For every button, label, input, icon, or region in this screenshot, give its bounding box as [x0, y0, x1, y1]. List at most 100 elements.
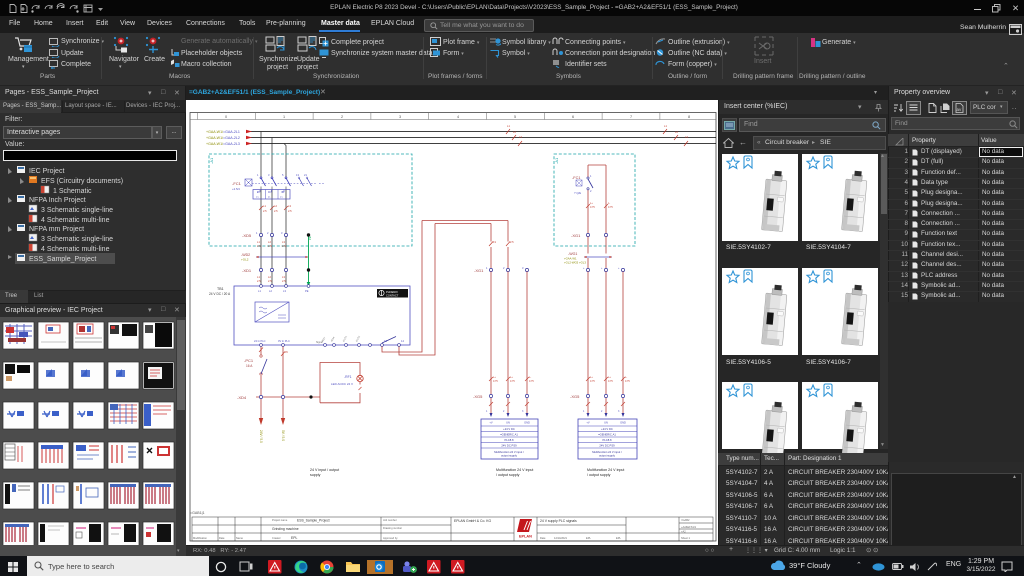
svg-text:EPL: EPL — [291, 536, 298, 540]
svg-text:3 Schematic single-line: 3 Schematic single-line — [41, 236, 113, 243]
svg-text:1 Schematic: 1 Schematic — [53, 188, 92, 195]
svg-text:L2: L2 — [268, 240, 271, 244]
svg-text:+: + — [583, 267, 585, 270]
svg-text:PE: PE — [308, 236, 312, 240]
svg-text:=GAA-2L3: =GAA-2L3 — [223, 142, 240, 146]
svg-text:L2: L2 — [268, 275, 271, 279]
svg-text:ESS_Sample_Project: ESS_Sample_Project — [29, 256, 96, 263]
svg-text:-XD1: -XD1 — [242, 268, 252, 273]
svg-text:L+: L+ — [590, 376, 593, 379]
svg-text:-PC1: -PC1 — [244, 358, 254, 363]
svg-text:24V / 5.0: 24V / 5.0 — [259, 430, 263, 443]
svg-text:/ output supply: / output supply — [496, 473, 520, 477]
svg-text:3: 3 — [399, 115, 401, 119]
svg-text:+: + — [618, 267, 620, 270]
svg-text:-XG5: -XG5 — [570, 394, 580, 399]
svg-text:+24 V DC: +24 V DC — [601, 427, 613, 431]
svg-text:IEC Project: IEC Project — [29, 168, 64, 175]
svg-text:2: 2 — [503, 410, 505, 413]
svg-text:Multifunction 24 V input /: Multifunction 24 V input / — [592, 450, 622, 454]
svg-text:1: 1 — [486, 410, 488, 413]
svg-text:0.75: 0.75 — [590, 380, 595, 383]
svg-text:UN: UN — [506, 421, 510, 425]
svg-text:24 V DC / 20 A: 24 V DC / 20 A — [209, 292, 231, 296]
svg-text:output supply: output supply — [501, 454, 518, 458]
svg-text:SIE.5SY4106-7: SIE.5SY4106-7 — [806, 359, 851, 366]
svg-text:+2.5/4: +2.5/4 — [232, 187, 240, 191]
svg-text:=GENERIC.A1: =GENERIC.A1 — [500, 433, 518, 437]
svg-text:1: 1 — [590, 174, 592, 178]
svg-text:2.5: 2.5 — [257, 279, 261, 283]
svg-text:-WG1: -WG1 — [568, 252, 577, 256]
svg-text:1: 1 — [256, 231, 258, 235]
svg-text:8: 8 — [688, 115, 690, 119]
svg-text:EPLAN GmbH & Co. KG: EPLAN GmbH & Co. KG — [454, 519, 491, 523]
svg-text:L3: L3 — [282, 275, 285, 279]
svg-text:-XG1: -XG1 — [474, 268, 484, 273]
svg-text:SIE.5SY4106-5: SIE.5SY4106-5 — [726, 359, 771, 366]
svg-text:Multifunction 24 V input: Multifunction 24 V input — [496, 468, 533, 472]
svg-text:+24 V DC: +24 V DC — [503, 427, 515, 431]
svg-text:L2: L2 — [274, 204, 277, 208]
svg-text:-FC1: -FC1 — [232, 181, 242, 186]
svg-text:0.75: 0.75 — [493, 380, 498, 383]
svg-text:-XG1: -XG1 — [571, 233, 581, 238]
svg-text:NFPA Inch Project: NFPA Inch Project — [29, 197, 86, 204]
svg-text:I>: I> — [268, 195, 271, 199]
svg-text:Sheet 1: Sheet 1 — [681, 536, 690, 540]
svg-text:-XD5: -XD5 — [242, 233, 252, 238]
svg-text:Grinding machine: Grinding machine — [272, 527, 299, 531]
svg-text:+A2: +A2 — [681, 530, 686, 534]
svg-text:2.5: 2.5 — [263, 209, 267, 213]
svg-text:L1: L1 — [257, 240, 260, 244]
svg-text:PHOENIX: PHOENIX — [386, 290, 398, 294]
svg-text:2.5: 2.5 — [288, 209, 292, 213]
svg-text:3: 3 — [522, 266, 524, 270]
svg-text:output supply: output supply — [599, 454, 616, 458]
svg-text:Date: Date — [219, 536, 225, 540]
svg-text:0V: 0V — [285, 351, 288, 354]
svg-text:=GAB2: =GAB2 — [681, 518, 690, 522]
svg-text:NFPA mm Project: NFPA mm Project — [29, 226, 84, 233]
svg-text:2.5: 2.5 — [282, 279, 286, 283]
svg-text:? Q/E: ? Q/E — [574, 191, 581, 195]
svg-text:4 Schematic multi-line: 4 Schematic multi-line — [41, 217, 110, 224]
svg-text:7: 7 — [630, 115, 632, 119]
svg-text:0: 0 — [225, 115, 227, 119]
svg-text:L1: L1 — [263, 204, 266, 208]
svg-text:2.5: 2.5 — [282, 244, 286, 248]
svg-text:Drawing number: Drawing number — [383, 526, 402, 530]
svg-text:Name: Name — [236, 536, 243, 540]
svg-text:SIE.5SY4104-7: SIE.5SY4104-7 — [806, 244, 851, 251]
svg-text:L3: L3 — [282, 240, 285, 244]
svg-text:L3: L3 — [288, 204, 291, 208]
svg-text:GND: GND — [524, 421, 530, 425]
svg-text:L3: L3 — [519, 135, 522, 139]
svg-text:L1: L1 — [507, 124, 510, 128]
svg-text:0V In PLC: 0V In PLC — [278, 339, 290, 343]
svg-text:PLC8.8: PLC8.8 — [603, 438, 612, 442]
svg-text:3: 3 — [618, 410, 620, 413]
svg-text:=GAA-2L2: =GAA-2L2 — [223, 136, 240, 140]
svg-text:24 In PLC: 24 In PLC — [254, 339, 266, 343]
svg-text:Multifunction 24 V input: Multifunction 24 V input — [587, 468, 624, 472]
svg-text:EFS (Circuitry documents): EFS (Circuitry documents) — [41, 178, 123, 185]
svg-text:2.5: 2.5 — [268, 244, 272, 248]
svg-text:L-: L- — [608, 202, 610, 205]
svg-text:L+: L+ — [493, 376, 496, 379]
svg-text:Project name: Project name — [272, 518, 288, 522]
svg-text:Approved by: Approved by — [383, 536, 398, 540]
svg-text:4244: 4244 — [330, 336, 336, 343]
svg-text:I>: I> — [257, 195, 260, 199]
svg-text:12/14/2021: 12/14/2021 — [554, 536, 568, 540]
svg-text:+GAA.W1/: +GAA.W1/ — [206, 130, 223, 134]
svg-text:L+: L+ — [608, 376, 611, 379]
svg-text:LED ACDC 24 V: LED ACDC 24 V — [331, 382, 353, 386]
svg-text:+GAA.W1/: +GAA.W1/ — [206, 142, 223, 146]
svg-text:0V / 5.0: 0V / 5.0 — [281, 430, 285, 441]
svg-text:L3: L3 — [283, 289, 286, 293]
svg-text:L+: L+ — [510, 376, 513, 379]
svg-text:3: 3 — [281, 231, 283, 235]
svg-text:+V: +V — [586, 421, 590, 425]
svg-text:-FC1: -FC1 — [572, 176, 580, 180]
